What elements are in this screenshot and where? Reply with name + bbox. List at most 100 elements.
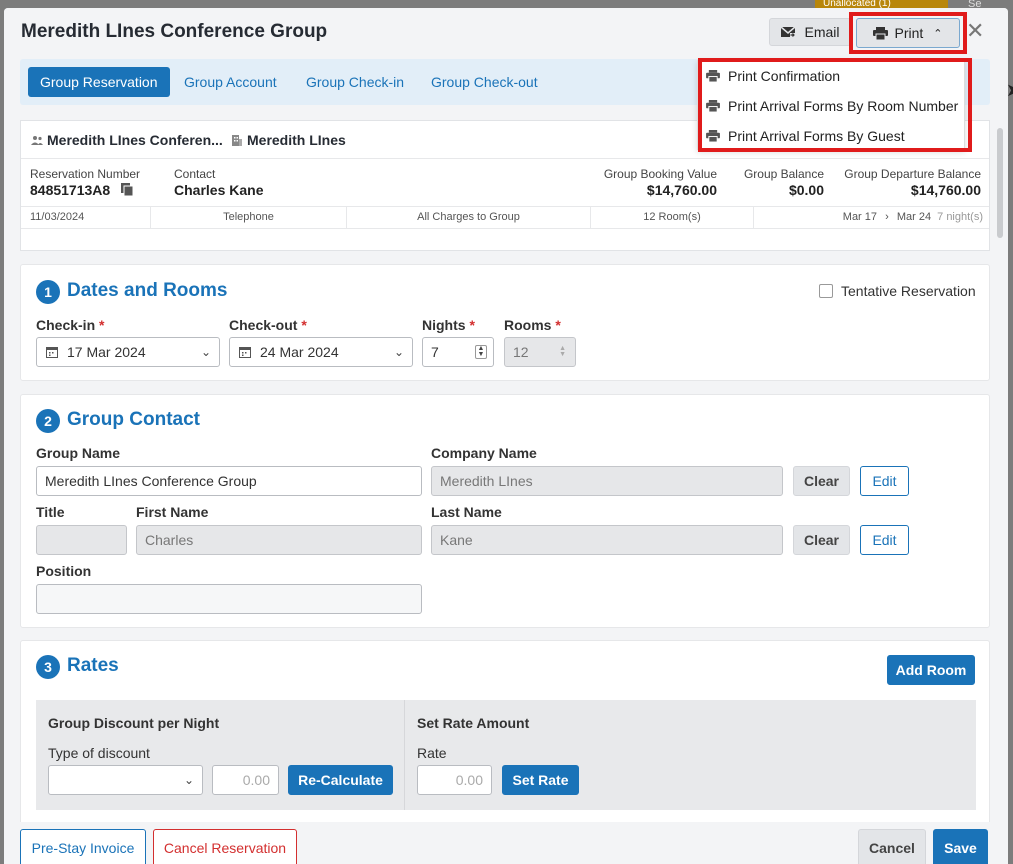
email-label: Email bbox=[804, 24, 840, 40]
booking-channel: Telephone bbox=[151, 207, 347, 228]
scrollbar[interactable] bbox=[997, 128, 1003, 238]
rate-label: Rate bbox=[417, 745, 447, 761]
group-people-icon bbox=[31, 135, 43, 145]
booking-date: 11/03/2024 bbox=[21, 207, 151, 228]
modal-header: Meredith LInes Conference Group Email Pr… bbox=[4, 8, 1008, 56]
set-rate-heading: Set Rate Amount bbox=[417, 715, 530, 731]
company-name-label: Company Name bbox=[431, 445, 537, 461]
booking-value: $14,760.00 bbox=[646, 182, 717, 198]
group-contact-section: 2 Group Contact Group Name Meredith LIne… bbox=[20, 394, 990, 628]
title-label: Title bbox=[36, 504, 65, 520]
section-number: 2 bbox=[36, 409, 60, 433]
night-count: 7 night(s) bbox=[937, 211, 983, 223]
tab-group-reservation[interactable]: Group Reservation bbox=[28, 67, 170, 97]
group-reservation-modal: Meredith LInes Conference Group Email Pr… bbox=[4, 8, 1008, 864]
nights-label: Nights * bbox=[422, 317, 475, 333]
group-balance-label: Group Balance bbox=[743, 167, 824, 181]
contact-label: Contact bbox=[174, 167, 216, 181]
group-name-field[interactable]: Meredith LInes Conference Group bbox=[36, 466, 422, 496]
email-button[interactable]: Email bbox=[769, 18, 851, 46]
first-name-label: First Name bbox=[136, 504, 209, 520]
calendar-icon bbox=[239, 346, 251, 358]
dates-and-rooms-section: 1 Dates and Rooms Tentative Reservation … bbox=[20, 264, 990, 381]
summary-company[interactable]: Meredith LInes bbox=[231, 132, 346, 148]
departure-balance-label: Group Departure Balance bbox=[844, 167, 981, 181]
arrival-date: Mar 17 bbox=[842, 211, 878, 223]
chevron-down-icon: ⌄ bbox=[393, 345, 404, 359]
company-edit-button[interactable]: Edit bbox=[860, 466, 909, 496]
summary-group-name: Meredith LInes Conferen... bbox=[47, 132, 223, 148]
booking-value-label: Group Booking Value bbox=[603, 167, 717, 181]
chevron-down-icon: ⌄ bbox=[183, 773, 194, 787]
cancel-button[interactable]: Cancel bbox=[858, 829, 926, 864]
position-label: Position bbox=[36, 563, 92, 579]
copy-icon[interactable] bbox=[121, 183, 134, 197]
section-title: Group Contact bbox=[67, 409, 200, 430]
rates-panel: Group Discount per Night Type of discoun… bbox=[36, 700, 976, 810]
modal-title: Meredith LInes Conference Group bbox=[21, 21, 328, 42]
checkin-value: 17 Mar 2024 bbox=[67, 344, 146, 360]
nights-stepper[interactable]: 7 ▲ ▼ bbox=[422, 337, 494, 367]
title-field bbox=[36, 525, 127, 555]
modal-footer: Pre-Stay Invoice Cancel Reservation Canc… bbox=[4, 822, 1008, 864]
recalculate-button[interactable]: Re-Calculate bbox=[288, 765, 393, 795]
building-icon bbox=[231, 134, 243, 146]
summary-group[interactable]: Meredith LInes Conferen... bbox=[31, 132, 223, 148]
type-of-discount-label: Type of discount bbox=[48, 745, 150, 761]
rate-amount-input[interactable]: 0.00 bbox=[417, 765, 492, 795]
checkout-date-picker[interactable]: 24 Mar 2024 ⌄ bbox=[229, 337, 413, 367]
tab-group-account[interactable]: Group Account bbox=[172, 67, 289, 97]
contact-edit-button[interactable]: Edit bbox=[860, 525, 909, 555]
rooms-label: Rooms * bbox=[504, 317, 561, 333]
group-balance: $0.00 bbox=[788, 182, 824, 198]
rooms-stepper: 12 ▲ ▼ bbox=[504, 337, 576, 367]
print-menu-highlight bbox=[698, 58, 972, 152]
room-count: 12 Room(s) bbox=[591, 207, 754, 228]
section-title: Dates and Rooms bbox=[67, 280, 228, 301]
tentative-label: Tentative Reservation bbox=[841, 283, 976, 299]
summary-company-name: Meredith LInes bbox=[247, 132, 346, 148]
tab-group-check-out[interactable]: Group Check-out bbox=[419, 67, 550, 97]
email-icon bbox=[780, 25, 796, 39]
discount-heading: Group Discount per Night bbox=[48, 715, 220, 731]
spinner-icon[interactable]: ▲ ▼ bbox=[475, 345, 487, 359]
rates-section: 3 Rates Add Room Group Discount per Nigh… bbox=[20, 640, 990, 830]
billing-arrangement: All Charges to Group bbox=[347, 207, 591, 228]
add-room-button[interactable]: Add Room bbox=[887, 655, 975, 685]
contact-name: Charles Kane bbox=[174, 182, 264, 198]
section-number: 1 bbox=[36, 280, 60, 304]
discount-type-select[interactable]: ⌄ bbox=[48, 765, 203, 795]
tentative-checkbox[interactable] bbox=[819, 284, 833, 298]
background-search-label: Se bbox=[968, 0, 982, 10]
departure-balance: $14,760.00 bbox=[910, 182, 981, 198]
company-name-field: Meredith LInes bbox=[431, 466, 783, 496]
rates-divider bbox=[404, 700, 405, 810]
print-button-highlight bbox=[849, 12, 967, 54]
tab-group-check-in[interactable]: Group Check-in bbox=[294, 67, 416, 97]
save-button[interactable]: Save bbox=[933, 829, 988, 864]
stay-dates: Mar 17 › Mar 24 7 night(s) bbox=[754, 207, 991, 228]
cancel-reservation-button[interactable]: Cancel Reservation bbox=[153, 829, 297, 864]
section-number: 3 bbox=[36, 655, 60, 679]
checkin-date-picker[interactable]: 17 Mar 2024 ⌄ bbox=[36, 337, 220, 367]
spinner-icon: ▲ ▼ bbox=[559, 345, 566, 358]
reservation-number-label: Reservation Number bbox=[30, 167, 141, 181]
chevron-down-icon: ⌄ bbox=[200, 345, 211, 359]
pre-stay-invoice-button[interactable]: Pre-Stay Invoice bbox=[20, 829, 146, 864]
first-name-field: Charles bbox=[136, 525, 422, 555]
company-clear-button[interactable]: Clear bbox=[793, 466, 850, 496]
reservation-number: 84851713A8 bbox=[30, 182, 111, 198]
rooms-value: 12 bbox=[513, 344, 529, 360]
contact-clear-button[interactable]: Clear bbox=[793, 525, 850, 555]
last-name-field: Kane bbox=[431, 525, 783, 555]
departure-date: Mar 24 bbox=[896, 211, 932, 223]
group-name-label: Group Name bbox=[36, 445, 121, 461]
calendar-icon bbox=[46, 346, 58, 358]
position-field[interactable] bbox=[36, 584, 422, 614]
close-icon[interactable]: ✕ bbox=[966, 20, 984, 42]
set-rate-button[interactable]: Set Rate bbox=[502, 765, 579, 795]
discount-amount-input[interactable]: 0.00 bbox=[212, 765, 279, 795]
arrow-right-icon: › bbox=[885, 211, 889, 223]
checkout-label: Check-out * bbox=[229, 317, 307, 333]
checkin-label: Check-in * bbox=[36, 317, 105, 333]
